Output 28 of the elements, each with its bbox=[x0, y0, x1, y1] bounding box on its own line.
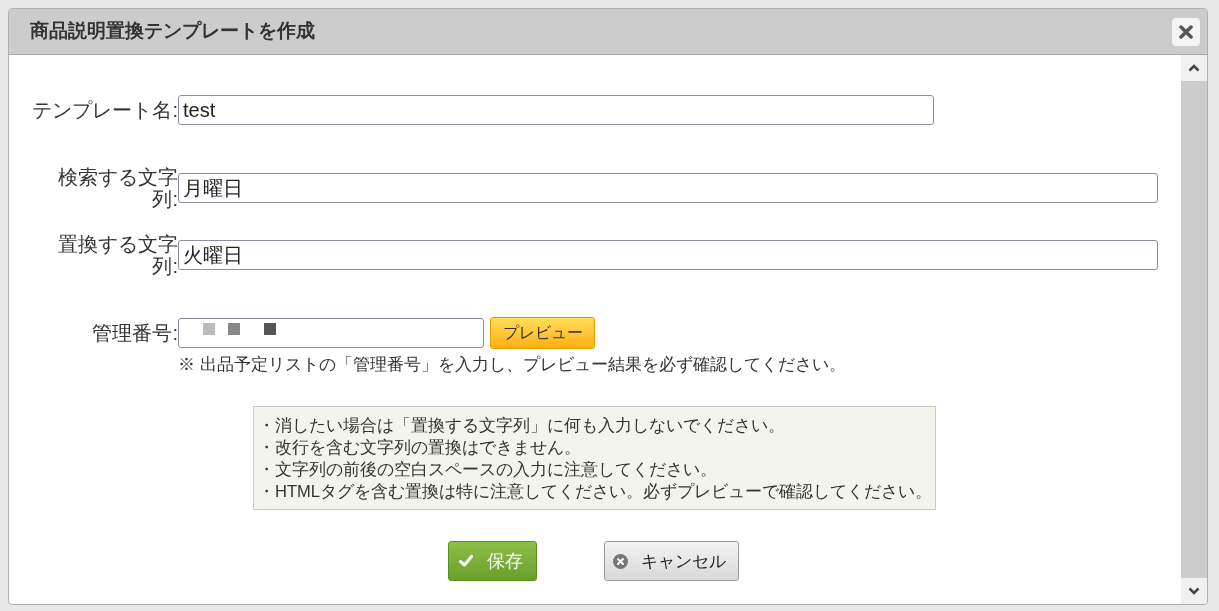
notice-text: ・HTMLタグを含む置換は特に注意してください。必ずプレビューで確認してください。 bbox=[258, 481, 931, 502]
scrollbar[interactable] bbox=[1181, 55, 1207, 604]
input-field[interactable] bbox=[178, 318, 484, 348]
dialog-title: 商品説明置換テンプレートを作成 bbox=[30, 19, 315, 44]
preview-button[interactable]: プレビュー bbox=[490, 317, 595, 349]
notice-text: ・改行を含む文字列の置換はできません。 bbox=[258, 437, 582, 458]
square-icon bbox=[264, 323, 276, 335]
field-label: 管理番号: bbox=[92, 322, 178, 344]
close-icon bbox=[1179, 24, 1193, 39]
input-field[interactable]: 火曜日 bbox=[178, 240, 1158, 270]
input-field[interactable]: test bbox=[178, 95, 934, 125]
chevron-down-icon bbox=[1188, 587, 1200, 595]
chevron-up-icon bbox=[1188, 64, 1200, 72]
cancel-button[interactable]: キャンセル bbox=[604, 541, 739, 581]
scroll-up-button[interactable] bbox=[1181, 55, 1207, 81]
check-icon bbox=[459, 555, 473, 567]
close-circle-icon bbox=[613, 553, 628, 569]
square-icon bbox=[228, 323, 240, 335]
notice-text: ・消したい場合は「置換する文字列」に何も入力しないでください。 bbox=[258, 415, 786, 436]
square-icon bbox=[203, 323, 215, 335]
field-label: テンプレート名: bbox=[32, 99, 178, 121]
scroll-down-button[interactable] bbox=[1181, 578, 1207, 604]
notice-text: ・文字列の前後の空白スペースの入力に注意してください。 bbox=[258, 459, 718, 480]
field-label: 置換する文字列: bbox=[57, 233, 178, 277]
input-field[interactable]: 月曜日 bbox=[178, 173, 1158, 203]
hint-text: ※ 出品予定リストの「管理番号」を入力し、プレビュー結果を必ず確認してください。 bbox=[178, 354, 847, 375]
close-button[interactable] bbox=[1172, 17, 1200, 46]
field-label: 検索する文字列: bbox=[57, 166, 178, 210]
